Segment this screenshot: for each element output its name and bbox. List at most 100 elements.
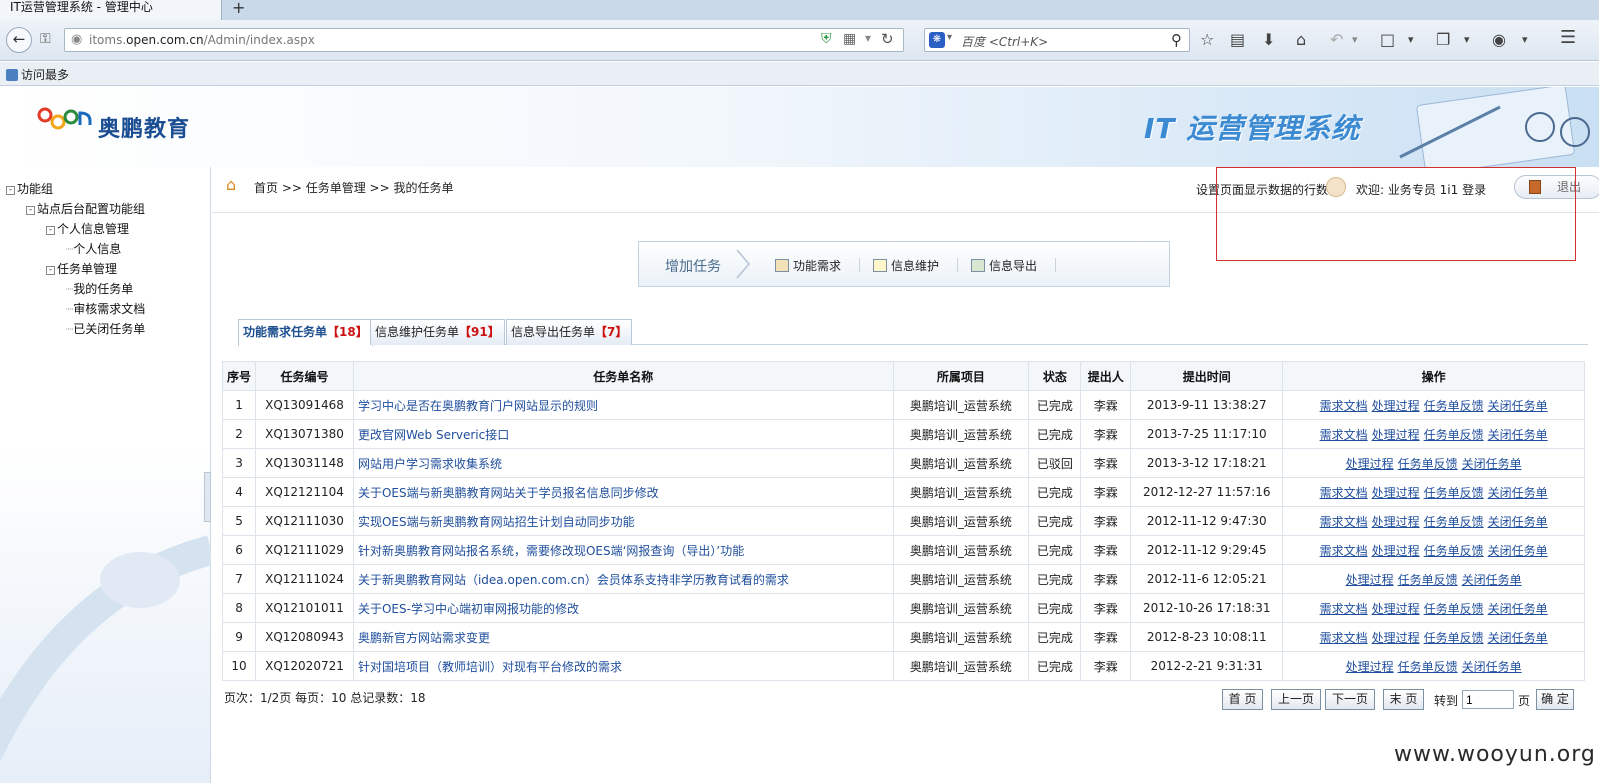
feedback-link[interactable]: 任务单反馈 (1424, 631, 1484, 645)
back-button[interactable]: ← (6, 27, 32, 53)
info-export-button[interactable]: 信息导出 (971, 257, 1037, 274)
search-input[interactable]: 百度 <Ctrl+K> (961, 33, 1048, 50)
crop-dropdown-icon[interactable]: ▾ (1408, 33, 1414, 46)
first-page-button[interactable]: 首 页 (1222, 689, 1263, 710)
bookmark-star-icon[interactable]: ☆ (1200, 30, 1214, 49)
search-engine-dropdown-icon[interactable]: ▾ (947, 32, 952, 43)
reading-list-icon[interactable]: ▤ (1230, 30, 1245, 49)
tab-export-tasks[interactable]: 信息导出任务单【7】 (506, 319, 633, 345)
feature-request-button[interactable]: 功能需求 (775, 257, 841, 274)
tree-toggle-icon[interactable]: - (46, 266, 55, 275)
doc-link[interactable]: 需求文档 (1320, 631, 1368, 645)
process-link[interactable]: 处理过程 (1346, 660, 1394, 674)
last-page-button[interactable]: 末 页 (1383, 689, 1424, 710)
feedback-link[interactable]: 任务单反馈 (1424, 602, 1484, 616)
extension-icon[interactable]: ◉ (1492, 30, 1506, 49)
cell-name[interactable]: 更改官网Web Serveric接口 (352, 419, 894, 449)
shield-icon[interactable]: ⛨ (821, 31, 832, 47)
crop-icon[interactable]: □ (1380, 30, 1395, 49)
doc-link[interactable]: 需求文档 (1320, 428, 1368, 442)
tree-toggle-icon[interactable]: - (6, 186, 15, 195)
cell-name[interactable]: 针对国培项目（教师培训）对现有平台修改的需求 (352, 651, 894, 681)
cell-name[interactable]: 网站用户学习需求收集系统 (352, 448, 894, 478)
tree-toggle-icon[interactable]: - (46, 226, 55, 235)
process-link[interactable]: 处理过程 (1346, 457, 1394, 471)
process-link[interactable]: 处理过程 (1372, 486, 1420, 500)
cell-name[interactable]: 关于新奥鹏教育网站（idea.open.com.cn）会员体系支持非学历教育试看… (352, 564, 894, 594)
info-maintenance-button[interactable]: 信息维护 (873, 257, 939, 274)
tree-item[interactable]: ┈审核需求文档 (6, 299, 145, 319)
close-link[interactable]: 关闭任务单 (1488, 399, 1548, 413)
cell-name[interactable]: 关于OES-学习中心端初审网报功能的修改 (352, 593, 894, 623)
tree-toggle-icon[interactable]: - (26, 206, 35, 215)
next-page-button[interactable]: 下一页 (1325, 689, 1375, 710)
process-link[interactable]: 处理过程 (1372, 602, 1420, 616)
process-link[interactable]: 处理过程 (1372, 515, 1420, 529)
download-icon[interactable]: ⬇ (1262, 30, 1275, 49)
search-icon[interactable]: ⚲ (1171, 31, 1182, 49)
doc-link[interactable]: 需求文档 (1320, 399, 1368, 413)
browser-tab[interactable]: IT运营管理系统 - 管理中心 (0, 0, 222, 20)
cell-name[interactable]: 学习中心是否在奥鹏教育门户网站显示的规则 (352, 390, 894, 420)
close-link[interactable]: 关闭任务单 (1488, 544, 1548, 558)
confirm-button[interactable]: 确 定 (1536, 689, 1574, 710)
process-link[interactable]: 处理过程 (1372, 544, 1420, 558)
close-link[interactable]: 关闭任务单 (1462, 457, 1522, 471)
feedback-link[interactable]: 任务单反馈 (1424, 399, 1484, 413)
doc-link[interactable]: 需求文档 (1320, 602, 1368, 616)
doc-link[interactable]: 需求文档 (1320, 486, 1368, 500)
process-link[interactable]: 处理过程 (1372, 428, 1420, 442)
feedback-link[interactable]: 任务单反馈 (1398, 573, 1458, 587)
tree-item[interactable]: - 功能组 (6, 179, 145, 199)
cell-name[interactable]: 奥鹏新官方网站需求变更 (352, 622, 894, 652)
tree-item[interactable]: - 任务单管理 (6, 259, 145, 279)
process-link[interactable]: 处理过程 (1346, 573, 1394, 587)
feedback-link[interactable]: 任务单反馈 (1424, 486, 1484, 500)
search-bar[interactable]: ❋ ▾ 百度 <Ctrl+K> ⚲ (924, 28, 1190, 52)
doc-link[interactable]: 需求文档 (1320, 515, 1368, 529)
breadcrumb[interactable]: 首页 >> 任务单管理 >> 我的任务单 (254, 179, 453, 196)
extension-dropdown-icon[interactable]: ▾ (1522, 33, 1528, 46)
feedback-link[interactable]: 任务单反馈 (1398, 660, 1458, 674)
close-link[interactable]: 关闭任务单 (1488, 602, 1548, 616)
prev-page-button[interactable]: 上一页 (1271, 689, 1321, 710)
undo-icon[interactable]: ↶ (1330, 30, 1343, 49)
cell-name[interactable]: 实现OES端与新奥鹏教育网站招生计划自动同步功能 (352, 506, 894, 536)
close-link[interactable]: 关闭任务单 (1488, 486, 1548, 500)
feedback-link[interactable]: 任务单反馈 (1424, 428, 1484, 442)
cell-name[interactable]: 针对新奥鹏教育网站报名系统，需要修改现OES端‘网报查询（导出）’功能 (352, 535, 894, 565)
baidu-icon[interactable]: ❋ (929, 32, 945, 48)
tree-item[interactable]: - 个人信息管理 (6, 219, 145, 239)
close-link[interactable]: 关闭任务单 (1462, 573, 1522, 587)
dropdown-icon[interactable]: ▾ (865, 31, 871, 45)
url-bar[interactable]: ◉ itoms.open.com.cn/Admin/index.aspx ⛨ ▦… (64, 28, 904, 52)
reload-icon[interactable]: ↻ (881, 30, 894, 48)
close-link[interactable]: 关闭任务单 (1462, 660, 1522, 674)
process-link[interactable]: 处理过程 (1372, 631, 1420, 645)
tree-item[interactable]: ┈已关闭任务单 (6, 319, 145, 339)
window-dropdown-icon[interactable]: ▾ (1464, 33, 1470, 46)
feedback-link[interactable]: 任务单反馈 (1398, 457, 1458, 471)
new-tab-button[interactable]: + (232, 0, 245, 17)
window-icon[interactable]: ❐ (1436, 30, 1450, 49)
process-link[interactable]: 处理过程 (1372, 399, 1420, 413)
close-link[interactable]: 关闭任务单 (1488, 515, 1548, 529)
home-icon[interactable]: ⌂ (1296, 30, 1306, 49)
tab-feature-tasks[interactable]: 功能需求任务单【18】 (238, 319, 373, 346)
close-link[interactable]: 关闭任务单 (1488, 428, 1548, 442)
cell-name[interactable]: 关于OES端与新奥鹏教育网站关于学员报名信息同步修改 (352, 477, 894, 507)
undo-dropdown-icon[interactable]: ▾ (1352, 33, 1358, 46)
tree-item[interactable]: ┈个人信息 (6, 239, 145, 259)
close-link[interactable]: 关闭任务单 (1488, 631, 1548, 645)
tab-maintenance-tasks[interactable]: 信息维护任务单【91】 (370, 319, 505, 345)
tree-item[interactable]: ┈我的任务单 (6, 279, 145, 299)
qr-code-icon[interactable]: ▦ (843, 31, 856, 47)
feedback-link[interactable]: 任务单反馈 (1424, 515, 1484, 529)
doc-link[interactable]: 需求文档 (1320, 544, 1368, 558)
feedback-link[interactable]: 任务单反馈 (1424, 544, 1484, 558)
goto-page-input[interactable] (1462, 690, 1514, 709)
sidebar-splitter[interactable] (204, 472, 211, 522)
bookmark-most-visited[interactable]: 访问最多 (6, 66, 69, 83)
tree-item[interactable]: - 站点后台配置功能组 (6, 199, 145, 219)
menu-icon[interactable]: ☰ (1560, 27, 1576, 48)
